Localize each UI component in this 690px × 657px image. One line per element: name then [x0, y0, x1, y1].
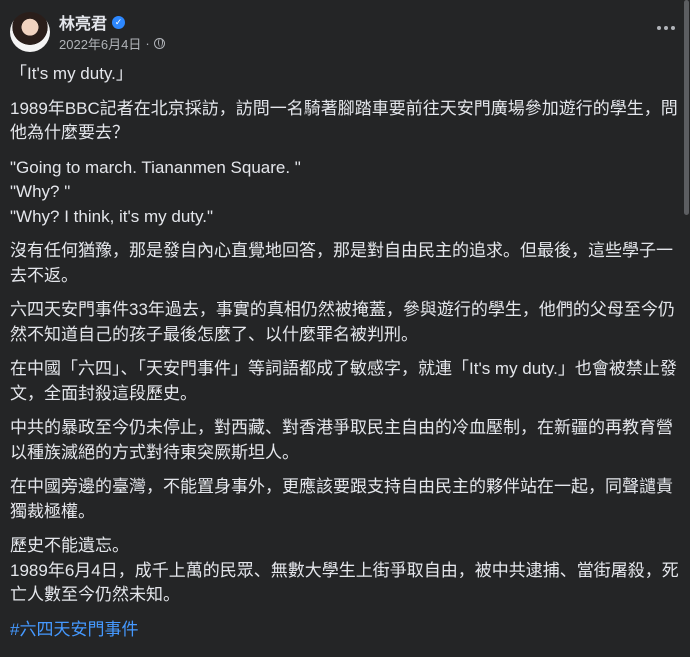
more-options-icon[interactable] [654, 20, 678, 36]
globe-icon[interactable] [153, 37, 165, 49]
post-paragraph: 「It's my duty.」 [10, 64, 133, 83]
post-paragraph: 在中國「六四」、「天安門事件」等詞語都成了敏感字，就連「It's my duty… [10, 359, 677, 403]
post-paragraph: 沒有任何猶豫，那是發自內心直覺地回答，那是對自由民主的追求。但最後，這些學子一去… [10, 241, 673, 285]
verified-badge-icon: ✓ [112, 15, 126, 29]
hashtag-link[interactable]: #六四天安門事件 [10, 620, 138, 639]
post-card: 林亮君 ✓ 2022年6月4日 · 「It's my duty.」 1989年B… [0, 0, 690, 657]
more-dot [664, 26, 668, 30]
separator-dot: · [145, 35, 150, 51]
post-paragraph: 六四天安門事件33年過去，事實的真相仍然被掩蓋，參與遊行的學生，他們的父母至今仍… [10, 300, 675, 344]
post-date[interactable]: 2022年6月4日 [59, 34, 141, 53]
post-paragraph: 在中國旁邊的臺灣，不能置身事外，更應該要跟支持自由民主的夥伴站在一起，同聲譴責獨… [10, 477, 673, 521]
hashtag-paragraph: #六四天安門事件 [10, 618, 686, 643]
more-dot [671, 26, 675, 30]
author-name[interactable]: 林亮君 [59, 10, 107, 34]
more-dot [657, 26, 661, 30]
author-meta: 林亮君 ✓ 2022年6月4日 · [59, 11, 165, 53]
post-paragraph: 1989年BBC記者在北京採訪，訪問一名騎著腳踏車要前往天安門廣場參加遊行的學生… [10, 98, 678, 143]
post-date-row: 2022年6月4日 · [59, 33, 165, 53]
post-paragraph: 歷史不能遺忘。 1989年6月4日，成千上萬的民眾、無數大學生上街爭取自由，被中… [10, 536, 679, 604]
post-body: 「It's my duty.」 1989年BBC記者在北京採訪，訪問一名騎著腳踏… [10, 62, 686, 652]
author-avatar[interactable] [10, 12, 50, 52]
post-paragraph: 中共的暴政至今仍未停止，對西藏、對香港爭取民主自由的冷血壓制，在新疆的再教育營以… [10, 418, 673, 462]
post-header: 林亮君 ✓ 2022年6月4日 · [10, 10, 165, 54]
post-paragraph: "Going to march. Tiananmen Square. " "Wh… [10, 157, 301, 226]
author-name-row: 林亮君 ✓ [59, 11, 165, 33]
